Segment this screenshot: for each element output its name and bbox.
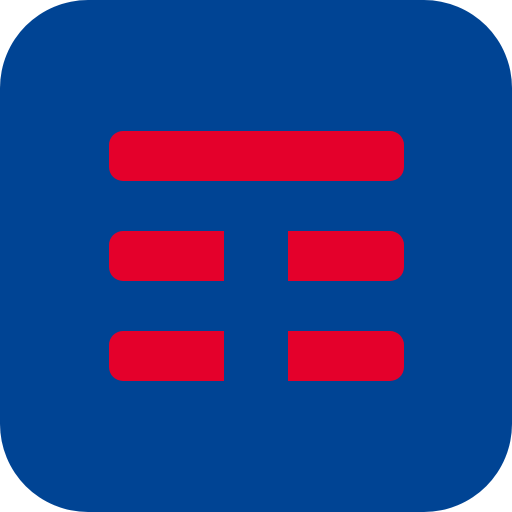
app-icon[interactable]: [0, 0, 512, 512]
logo-bar-top: [109, 131, 404, 181]
logo-bar-bottom-right: [288, 331, 404, 381]
logo-bar-middle-left: [109, 231, 224, 281]
logo-bar-middle-right: [288, 231, 404, 281]
logo-bar-bottom-left: [109, 331, 224, 381]
